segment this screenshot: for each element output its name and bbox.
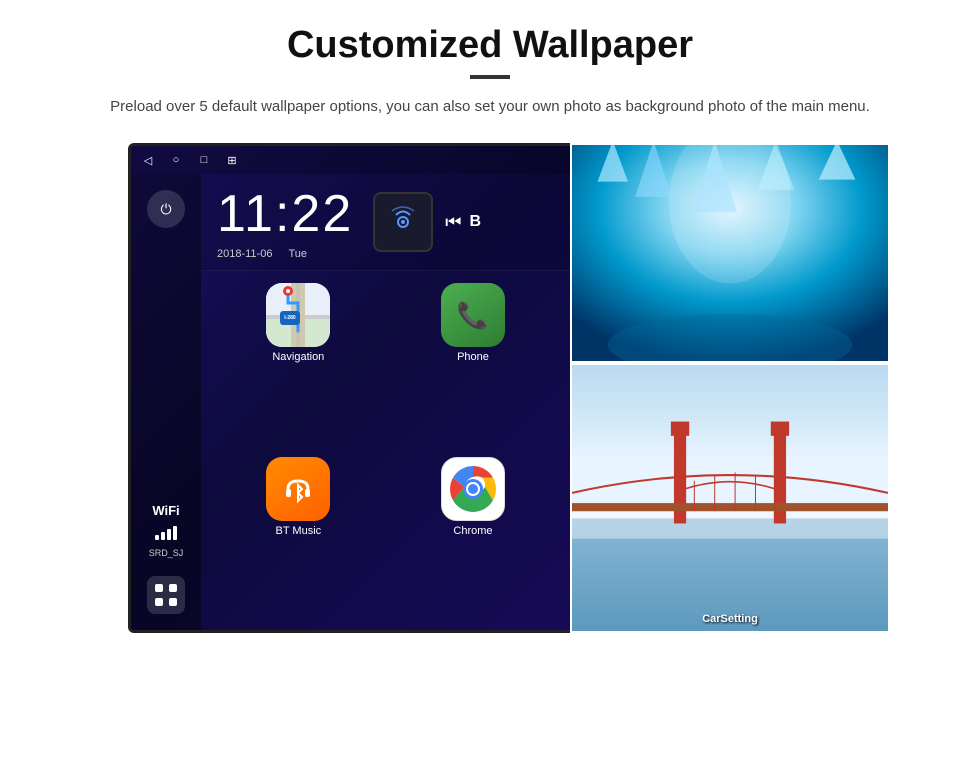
prev-track-button[interactable]: ⏮: [445, 212, 461, 233]
ice-cave-image: [572, 145, 888, 361]
back-icon[interactable]: ◁: [141, 153, 155, 167]
wifi-bar-1: [155, 535, 159, 540]
app-phone[interactable]: 📞 Phone: [392, 283, 555, 445]
wallpaper-panels: CarSetting: [570, 143, 890, 633]
bluetooth-glyph: [280, 471, 316, 507]
bt-music-label: BT Music: [276, 525, 322, 537]
chrome-glyph: [449, 465, 497, 513]
app-chrome[interactable]: Chrome: [392, 457, 555, 619]
navigation-icon: I-280: [266, 283, 330, 347]
phone-label: Phone: [457, 351, 489, 363]
day-display: Tue: [288, 248, 307, 260]
media-box-container: [373, 192, 433, 252]
dot-1: [155, 584, 163, 592]
dot-2: [169, 584, 177, 592]
screenshot-icon[interactable]: ⊞: [225, 153, 239, 167]
bridge-scene: [572, 365, 888, 631]
page-title: Customized Wallpaper: [287, 24, 693, 67]
wallpaper-ice-cave[interactable]: [570, 143, 890, 363]
power-button[interactable]: ⏻: [147, 190, 185, 228]
wifi-bars: [155, 526, 177, 540]
app-navigation[interactable]: I-280 Navigation: [217, 283, 380, 445]
phone-icon: 📞: [441, 283, 505, 347]
chrome-icon: [441, 457, 505, 521]
radio-signal-icon: [386, 205, 420, 239]
left-sidebar: ⏻ WiFi SRD_SJ: [131, 174, 201, 630]
title-divider: [470, 75, 510, 79]
navigation-map-svg: I-280: [266, 283, 330, 347]
track-label: B: [469, 213, 481, 231]
wifi-label: WiFi: [152, 503, 179, 518]
dot-3: [155, 598, 163, 606]
svg-text:I-280: I-280: [285, 315, 297, 321]
apps-button[interactable]: [147, 576, 185, 614]
page-container: Customized Wallpaper Preload over 5 defa…: [0, 0, 980, 673]
device-container: ◁ ○ □ ⊞ ◆ ▾ 11:22 ⏻: [90, 143, 890, 673]
phone-glyph: 📞: [457, 300, 489, 331]
wifi-bar-3: [167, 529, 171, 540]
wifi-bar-2: [161, 532, 165, 540]
playback-controls: ⏮ B: [445, 212, 481, 233]
wifi-bar-4: [173, 526, 177, 540]
date-display: 2018-11-06: [217, 248, 272, 260]
home-icon[interactable]: ○: [169, 153, 183, 167]
clock-display: 11:22: [217, 184, 353, 244]
recents-icon[interactable]: □: [197, 153, 211, 167]
wallpaper-bridge[interactable]: CarSetting: [570, 363, 890, 633]
wifi-ssid: SRD_SJ: [149, 548, 184, 558]
dot-4: [169, 598, 177, 606]
bt-music-icon: [266, 457, 330, 521]
media-icon-box: [373, 192, 433, 252]
page-description: Preload over 5 default wallpaper options…: [110, 95, 870, 119]
chrome-label: Chrome: [453, 525, 492, 537]
clock-info: 11:22 2018-11-06 Tue: [217, 184, 353, 260]
navigation-label: Navigation: [272, 351, 324, 363]
status-bar-nav-icons: ◁ ○ □ ⊞: [141, 153, 239, 167]
ice-cave-svg: [572, 145, 888, 361]
car-setting-label: CarSetting: [572, 613, 888, 625]
app-bt-music[interactable]: BT Music: [217, 457, 380, 619]
date-row: 2018-11-06 Tue: [217, 244, 353, 260]
bridge-svg: [572, 365, 888, 631]
